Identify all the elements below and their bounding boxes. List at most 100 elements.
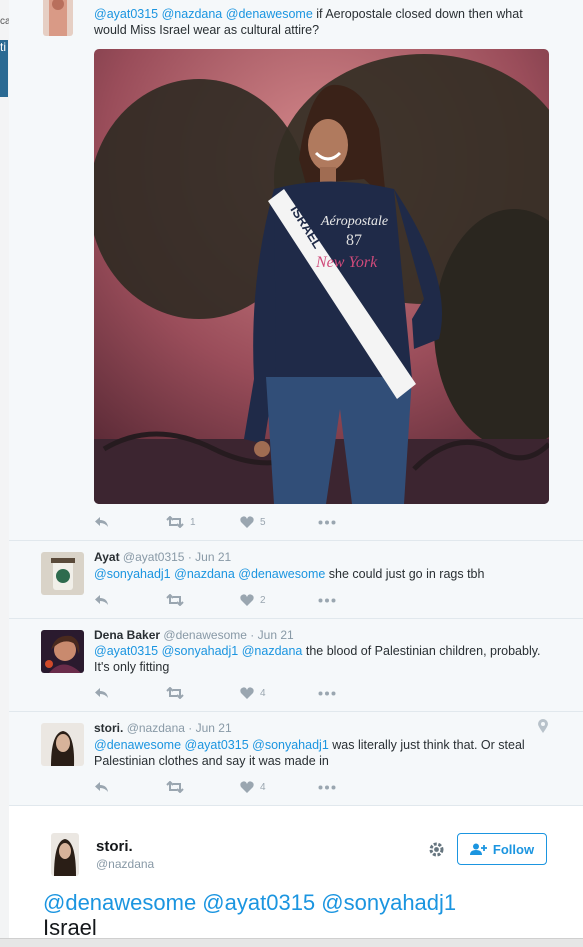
reply-icon [95, 782, 108, 792]
retweet-button[interactable] [166, 594, 240, 606]
tweet-text: @ayat0315 @nazdana @denawesome if Aeropo… [94, 6, 554, 38]
hoodie-city-text: New York [315, 254, 378, 271]
more-button[interactable] [318, 520, 336, 525]
mention-link[interactable]: @sonyahadj1 [162, 644, 239, 658]
mention-link[interactable]: @ayat0315 [94, 7, 158, 21]
thread-tweet[interactable]: @ayat0315 @nazdana @denawesome if Aeropo… [9, 0, 583, 541]
separator-dot: · [187, 550, 192, 564]
background-strip-text: ti [0, 40, 6, 54]
gear-icon[interactable] [428, 841, 445, 861]
like-button[interactable]: 2 [240, 594, 318, 606]
retweet-icon [166, 594, 184, 606]
mention-link[interactable]: @denawesome [94, 738, 181, 752]
like-button[interactable]: 4 [240, 781, 318, 793]
background-blue-strip: ti [0, 40, 8, 97]
tweet-header: Dena Baker @denawesome · Jun 21 [94, 628, 294, 642]
tweet-permalink-overlay: @ayat0315 @nazdana @denawesome if Aeropo… [9, 0, 583, 938]
tweet-actions: 2 [94, 594, 336, 606]
tweet-text: @denawesome @ayat0315 @sonyahadj1 Israel [43, 890, 456, 938]
tweet-text-line: would Miss Israel wear as cultural attir… [94, 23, 320, 37]
thread-tweet[interactable]: Dena Baker @denawesome · Jun 21 @ayat031… [9, 619, 583, 712]
tweet-date[interactable]: Jun 21 [195, 550, 231, 564]
hoodie-brand-text: Aéropostale [320, 214, 388, 229]
mention-link[interactable]: @ayat0315 [94, 644, 158, 658]
tweet-actions: 1 5 [94, 516, 336, 528]
tweet-header: stori. @nazdana · Jun 21 [94, 721, 232, 735]
more-button[interactable] [318, 598, 336, 603]
thread-tweet[interactable]: stori. @nazdana · Jun 21 @denawesome @ay… [9, 712, 583, 806]
tweet-text-line: she could just go in rags tbh [328, 567, 485, 581]
tweet-text-line: the blood of Palestinian children, proba… [305, 644, 541, 658]
background-page: ca ti [0, 0, 11, 947]
user-handle[interactable]: @nazdana [127, 721, 185, 735]
tweet-date[interactable]: Jun 21 [258, 628, 294, 642]
user-name[interactable]: stori. [96, 838, 133, 855]
heart-icon [240, 781, 254, 793]
tweet-text: @denawesome @ayat0315 @sonyahadj1 was li… [94, 737, 559, 769]
reply-button[interactable] [94, 594, 166, 606]
separator-dot: · [250, 628, 255, 642]
like-count: 5 [260, 516, 266, 528]
more-button[interactable] [318, 785, 336, 790]
retweet-button[interactable]: 1 [166, 516, 240, 528]
tweet-text: @sonyahadj1 @nazdana @denawesome she cou… [94, 566, 554, 582]
retweet-button[interactable] [166, 781, 240, 793]
follow-button[interactable]: Follow [457, 833, 547, 865]
location-pin-icon[interactable] [538, 719, 548, 736]
tweet-text-line: Palestinian clothes and say it was made … [94, 754, 329, 768]
reply-icon [95, 595, 108, 605]
user-handle[interactable]: @nazdana [96, 857, 154, 871]
more-icon [318, 691, 336, 695]
permalink-tweet: stori. @nazdana Follow @denawesome @ayat… [9, 806, 583, 938]
mention-link[interactable]: @denawesome [226, 7, 313, 21]
user-name[interactable]: Dena Baker [94, 628, 160, 642]
avatar[interactable] [51, 833, 79, 876]
like-count: 2 [260, 594, 266, 606]
user-handle[interactable]: @ayat0315 [123, 550, 185, 564]
mention-link[interactable]: @denawesome [238, 567, 325, 581]
reply-button[interactable] [94, 516, 166, 528]
heart-icon [240, 516, 254, 528]
user-name[interactable]: Ayat [94, 550, 120, 564]
mention-link[interactable]: @nazdana [174, 567, 235, 581]
avatar[interactable] [43, 0, 73, 36]
retweet-button[interactable] [166, 687, 240, 699]
follow-user-icon [469, 843, 487, 855]
more-icon [318, 598, 336, 602]
mention-link[interactable]: @ayat0315 [185, 738, 249, 752]
tweet-text-line: Israel [43, 915, 97, 938]
reply-button[interactable] [94, 687, 166, 699]
tweet-text-line: was literally just think that. Or steal [332, 738, 525, 752]
like-button[interactable]: 4 [240, 687, 318, 699]
mention-link[interactable]: @nazdana [162, 7, 223, 21]
thread-tweet[interactable]: Ayat @ayat0315 · Jun 21 @sonyahadj1 @naz… [9, 541, 583, 619]
retweet-icon [166, 781, 184, 793]
user-handle[interactable]: @denawesome [163, 628, 247, 642]
like-button[interactable]: 5 [240, 516, 318, 528]
mention-link[interactable]: @denawesome @ayat0315 @sonyahadj1 [43, 890, 456, 915]
tweet-actions: 4 [94, 687, 336, 699]
avatar[interactable] [41, 552, 84, 595]
like-count: 4 [260, 781, 266, 793]
heart-icon [240, 687, 254, 699]
tweet-text-line: It's only fitting [94, 660, 170, 674]
mention-link[interactable]: @nazdana [242, 644, 303, 658]
mention-link[interactable]: @sonyahadj1 [94, 567, 171, 581]
reply-button[interactable] [94, 781, 166, 793]
hoodie-number-text: 87 [346, 232, 362, 249]
tweet-date[interactable]: Jun 21 [196, 721, 232, 735]
retweet-count: 1 [190, 516, 196, 528]
horizontal-scrollbar[interactable] [0, 938, 583, 947]
mention-link[interactable]: @sonyahadj1 [252, 738, 329, 752]
user-name[interactable]: stori. [94, 721, 123, 735]
heart-icon [240, 594, 254, 606]
avatar[interactable] [41, 630, 84, 673]
tweet-actions: 4 [94, 781, 336, 793]
follow-label: Follow [492, 841, 535, 857]
more-icon [318, 785, 336, 789]
retweet-icon [166, 516, 184, 528]
separator-dot: · [188, 721, 193, 735]
avatar[interactable] [41, 723, 84, 766]
more-button[interactable] [318, 691, 336, 696]
tweet-photo[interactable]: ISRAEL Aéropostale 87 New York [94, 49, 549, 504]
